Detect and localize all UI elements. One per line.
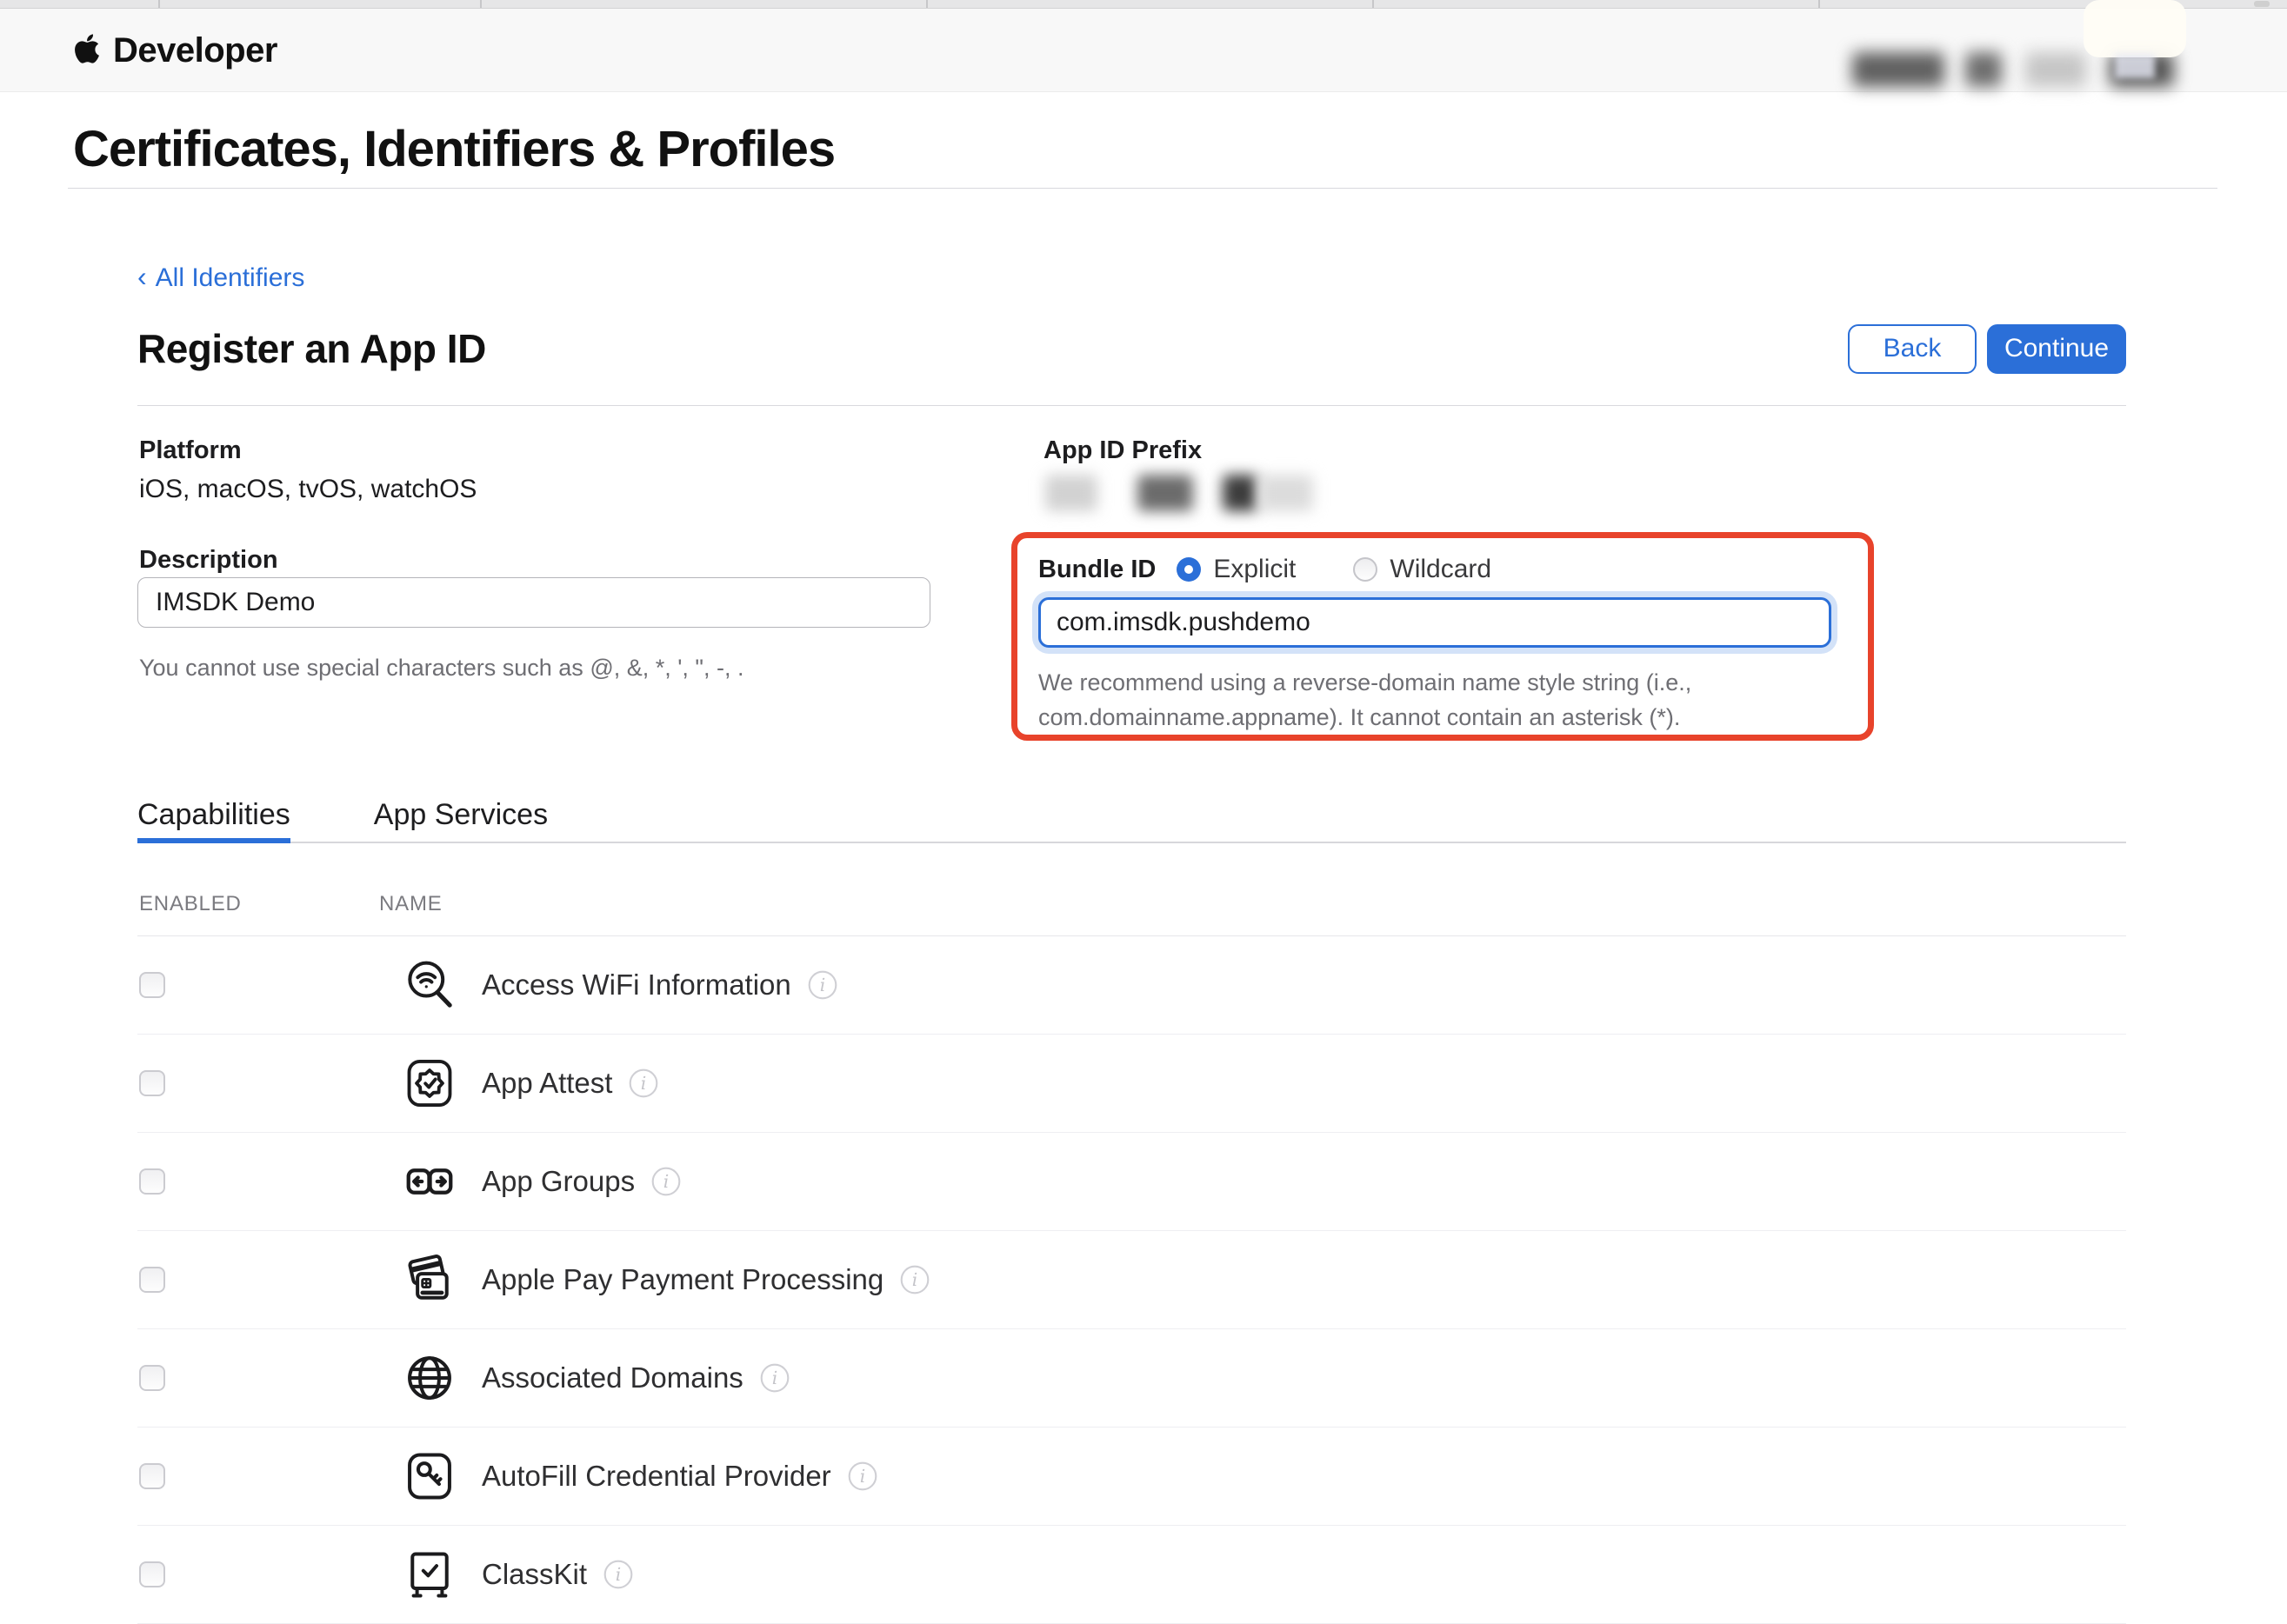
- capability-checkbox[interactable]: [139, 1561, 165, 1587]
- capability-name: App Attest: [482, 1067, 612, 1100]
- screenshot-artifact: [2084, 0, 2186, 57]
- tab-divider: [158, 0, 160, 8]
- capability-row: Apple Pay Payment Processing i: [137, 1231, 2126, 1329]
- wildcard-radio-label: Wildcard: [1390, 555, 1491, 584]
- breadcrumb-label: All Identifiers: [156, 263, 305, 293]
- bundle-id-helper: We recommend using a reverse-domain name…: [1038, 665, 1821, 735]
- payment-cards-icon: [402, 1252, 457, 1308]
- tabs: Capabilities App Services: [137, 798, 2126, 843]
- tab-divider: [1372, 0, 1374, 8]
- bundle-id-label: Bundle ID: [1038, 556, 1156, 584]
- redacted-text: [1259, 475, 1313, 511]
- info-icon[interactable]: i: [603, 1559, 634, 1590]
- explicit-radio-label: Explicit: [1213, 555, 1296, 584]
- explicit-radio-option[interactable]: Explicit: [1177, 555, 1296, 584]
- globe-icon: [402, 1350, 457, 1406]
- redacted-account-info: [2025, 52, 2086, 87]
- browser-tabstrip: [0, 0, 2287, 9]
- screenshot-artifact: [2115, 54, 2155, 78]
- svg-text:i: i: [641, 1073, 646, 1094]
- site-header: Developer: [0, 9, 2287, 92]
- wildcard-radio-option[interactable]: Wildcard: [1353, 555, 1491, 584]
- section-divider: [137, 405, 2126, 406]
- capability-name: Apple Pay Payment Processing: [482, 1263, 883, 1296]
- svg-text:i: i: [859, 1466, 864, 1487]
- capability-checkbox[interactable]: [139, 1365, 165, 1391]
- redacted-text: [1045, 475, 1097, 511]
- section-heading: Register an App ID: [137, 325, 486, 372]
- capability-checkbox[interactable]: [139, 972, 165, 998]
- app-id-prefix-label: App ID Prefix: [1043, 436, 1202, 465]
- capability-row: ClassKit i: [137, 1526, 2126, 1624]
- tab-divider: [480, 0, 482, 8]
- info-icon[interactable]: i: [759, 1362, 790, 1394]
- info-icon[interactable]: i: [628, 1068, 659, 1099]
- radio-unselected-icon[interactable]: [1353, 557, 1377, 582]
- page-title: Certificates, Identifiers & Profiles: [73, 120, 835, 178]
- chevron-left-icon: ‹: [137, 261, 147, 293]
- seal-check-icon: [402, 1055, 457, 1111]
- svg-text:i: i: [820, 975, 825, 995]
- capability-checkbox[interactable]: [139, 1267, 165, 1293]
- capability-row: App Attest i: [137, 1035, 2126, 1133]
- capability-row: App Groups i: [137, 1133, 2126, 1231]
- continue-button[interactable]: Continue: [1987, 324, 2126, 374]
- description-input[interactable]: [137, 577, 930, 628]
- tab-capabilities[interactable]: Capabilities: [137, 798, 290, 843]
- redacted-account-info: [1852, 52, 1944, 87]
- capability-row: AutoFill Credential Provider i: [137, 1428, 2126, 1526]
- capabilities-section: Capabilities App Services ENABLED NAME A…: [137, 798, 2126, 1624]
- platform-label: Platform: [139, 436, 242, 465]
- breadcrumb-all-identifiers[interactable]: ‹ All Identifiers: [137, 261, 304, 293]
- platform-value: iOS, macOS, tvOS, watchOS: [139, 475, 477, 504]
- capabilities-table-body: Access WiFi Information i App Attest i A…: [137, 936, 2126, 1624]
- capability-checkbox[interactable]: [139, 1463, 165, 1489]
- info-icon[interactable]: i: [899, 1264, 930, 1295]
- column-header-enabled: ENABLED: [137, 892, 379, 916]
- key-icon: [402, 1448, 457, 1504]
- capability-name: App Groups: [482, 1165, 635, 1198]
- apple-logo-icon: [73, 32, 101, 70]
- info-icon[interactable]: i: [807, 969, 838, 1001]
- description-helper: You cannot use special characters such a…: [139, 650, 744, 685]
- tab-app-services[interactable]: App Services: [374, 798, 548, 843]
- info-icon[interactable]: i: [847, 1461, 878, 1492]
- svg-text:i: i: [616, 1564, 621, 1585]
- info-icon[interactable]: i: [650, 1166, 682, 1197]
- app-groups-icon: [402, 1154, 457, 1209]
- redacted-text: [1223, 475, 1257, 511]
- capabilities-table-header: ENABLED NAME: [137, 892, 2126, 936]
- capability-row: Access WiFi Information i: [137, 936, 2126, 1035]
- capability-name: ClassKit: [482, 1558, 587, 1591]
- capability-name: Access WiFi Information: [482, 968, 791, 1002]
- svg-text:i: i: [912, 1269, 917, 1290]
- redacted-account-info: [1965, 52, 2002, 87]
- capability-name: Associated Domains: [482, 1361, 743, 1394]
- description-label: Description: [139, 546, 278, 575]
- tab-divider: [926, 0, 928, 8]
- capability-checkbox[interactable]: [139, 1168, 165, 1195]
- bundle-id-input[interactable]: [1038, 597, 1831, 648]
- svg-text:i: i: [663, 1171, 669, 1192]
- title-divider: [68, 188, 2217, 189]
- radio-selected-icon[interactable]: [1177, 557, 1201, 582]
- tab-divider: [1818, 0, 1820, 8]
- tabstrip-thumb: [2254, 1, 2270, 7]
- brand-name: Developer: [113, 31, 277, 70]
- apple-developer-brand[interactable]: Developer: [73, 9, 277, 92]
- bundle-id-highlight-box: Bundle ID Explicit Wildcard We recommend…: [1011, 532, 1874, 741]
- capability-row: Associated Domains i: [137, 1329, 2126, 1428]
- wifi-search-icon: [402, 957, 457, 1013]
- register-app-id-panel: ‹ All Identifiers Register an App ID Bac…: [137, 200, 2126, 1600]
- capability-checkbox[interactable]: [139, 1070, 165, 1096]
- classkit-board-icon: [402, 1547, 457, 1602]
- svg-text:i: i: [772, 1368, 777, 1388]
- column-header-name: NAME: [379, 892, 443, 916]
- back-button[interactable]: Back: [1848, 324, 1977, 374]
- capability-name: AutoFill Credential Provider: [482, 1460, 831, 1493]
- redacted-text: [1137, 475, 1193, 511]
